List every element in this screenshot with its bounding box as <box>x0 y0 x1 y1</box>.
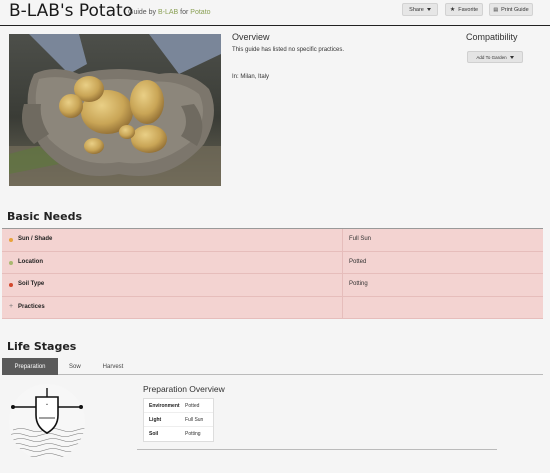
potato-hands-image <box>9 34 221 186</box>
location-text: In: Milan, Italy <box>232 74 270 80</box>
page-header: B-LAB's Potato Guide by B-LAB for Potato… <box>0 0 550 26</box>
needs-row-practices[interactable]: + Practices <box>2 296 543 319</box>
page-title: B-LAB's Potato <box>9 1 134 21</box>
needs-row-location: Location Potted <box>2 251 543 274</box>
table-row: Soil Potting <box>149 431 201 437</box>
author-link[interactable]: B-LAB <box>158 9 178 16</box>
star-icon: ★ <box>449 7 456 13</box>
plant-link[interactable]: Potato <box>190 9 210 16</box>
location-icon <box>9 260 13 265</box>
divider <box>137 449 497 450</box>
plus-icon: + <box>9 302 14 310</box>
soil-icon <box>9 283 13 287</box>
basic-needs-title: Basic Needs <box>7 210 83 223</box>
preparation-overview-title: Preparation Overview <box>143 384 225 394</box>
pot-icon: ᴗ <box>9 388 85 457</box>
share-button[interactable]: Share <box>402 3 438 16</box>
printer-icon: ▤ <box>493 6 499 13</box>
chevron-down-icon <box>509 55 514 59</box>
overview-text: This guide has listed no specific practi… <box>232 47 345 53</box>
plant-photo <box>9 34 221 186</box>
chevron-down-icon <box>426 8 431 11</box>
add-to-garden-button[interactable]: Add To Garden <box>467 51 523 63</box>
needs-row-soil: Soil Type Potting <box>2 274 543 297</box>
compatibility-title: Compatibility <box>466 32 518 42</box>
tab-sow[interactable]: Sow <box>58 358 92 375</box>
needs-row-sun: Sun / Shade Full Sun <box>2 229 543 252</box>
preparation-illustration: ᴗ <box>9 384 85 460</box>
print-guide-button[interactable]: ▤ Print Guide <box>489 3 533 16</box>
life-stages-title: Life Stages <box>7 340 77 353</box>
table-row: Environment Potted <box>144 399 213 413</box>
guide-byline: Guide by B-LAB for Potato <box>128 9 211 16</box>
sun-icon <box>9 238 13 242</box>
tab-harvest[interactable]: Harvest <box>92 358 135 375</box>
overview-title: Overview <box>232 32 270 42</box>
basic-needs-table: Sun / Shade Full Sun Location Potted Soi… <box>2 229 543 319</box>
preparation-table: Environment Potted Light Full Sun Soil P… <box>143 398 214 442</box>
favorite-button[interactable]: ★ Favorite <box>445 3 483 16</box>
life-stage-tabs: Preparation Sow Harvest <box>2 358 543 375</box>
tab-preparation[interactable]: Preparation <box>2 358 58 375</box>
table-row: Light Full Sun <box>144 413 213 427</box>
